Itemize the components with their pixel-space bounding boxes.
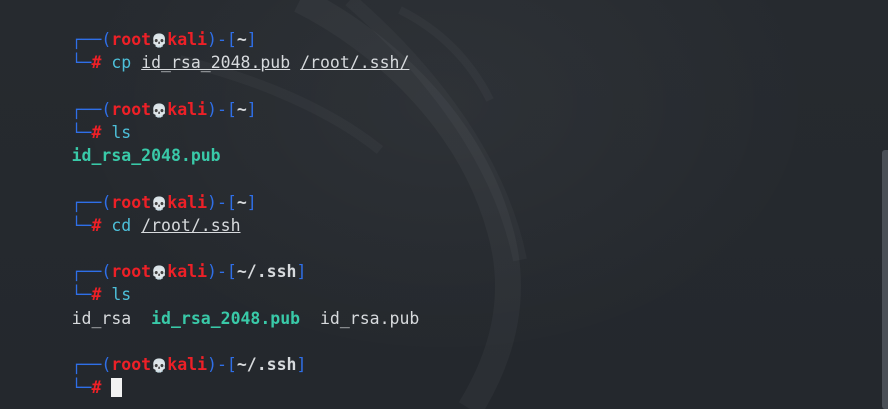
file-entry: id_rsa.pub [319, 309, 420, 328]
prompt-line: ┌──(root💀kali)-[~/.ssh] [12, 239, 307, 281]
command-arg: /root/.ssh/ [300, 53, 410, 72]
prompt-line: ┌──(root💀kali)-[~] [12, 170, 257, 212]
prompt-frame: )-[ [207, 100, 237, 119]
prompt-host: kali [167, 262, 208, 281]
prompt-hash: # [91, 216, 102, 235]
prompt-line: ┌──(root💀kali)-[~] [12, 77, 257, 119]
prompt-hash: # [91, 378, 102, 397]
vertical-scrollbar[interactable] [882, 150, 888, 409]
command-arg: id_rsa_2048.pub [141, 53, 291, 72]
file-entry: id_rsa_2048.pub [151, 309, 301, 328]
command-line: └─# cp id_rsa_2048.pub /root/.ssh/ [12, 30, 410, 72]
skull-icon: 💀 [151, 266, 168, 281]
command-name: cp [111, 53, 132, 72]
prompt-frame: ] [246, 100, 257, 119]
prompt-cwd: ~/.ssh [236, 262, 297, 281]
file-entry: id_rsa_2048.pub [71, 146, 221, 165]
terminal-window[interactable]: ┌──(root💀kali)-[~] └─# cp id_rsa_2048.pu… [0, 0, 888, 409]
prompt-frame: └─ [71, 53, 92, 72]
prompt-host: kali [167, 355, 208, 374]
command-arg: /root/.ssh [141, 216, 241, 235]
prompt-frame: ] [296, 355, 307, 374]
skull-icon: 💀 [151, 104, 168, 119]
prompt-frame: )-[ [207, 262, 237, 281]
command-line: └─# ls [12, 262, 132, 304]
prompt-frame: ] [296, 262, 307, 281]
prompt-cwd: ~/.ssh [236, 355, 297, 374]
command-name: cd [111, 216, 132, 235]
command-line: └─# cd /root/.ssh [12, 193, 241, 235]
prompt-cwd: ~ [236, 100, 247, 119]
file-entry: id_rsa [71, 309, 132, 328]
skull-icon: 💀 [151, 359, 168, 374]
prompt-hash: # [91, 53, 102, 72]
prompt-frame: └─ [71, 378, 92, 397]
prompt-frame: )-[ [207, 355, 237, 374]
command-line[interactable]: └─# [12, 355, 123, 397]
prompt-line: ┌──(root💀kali)-[~/.ssh] [12, 332, 307, 374]
prompt-frame: └─ [71, 216, 92, 235]
prompt-host: kali [167, 100, 208, 119]
prompt-frame: ] [246, 193, 257, 212]
output-line: id_rsa id_rsa_2048.pub id_rsa.pub [12, 286, 420, 328]
output-line: id_rsa_2048.pub [12, 123, 221, 165]
text-cursor[interactable] [111, 378, 123, 397]
prompt-line: ┌──(root💀kali)-[~] [12, 7, 257, 49]
command-line: └─# ls [12, 100, 132, 142]
